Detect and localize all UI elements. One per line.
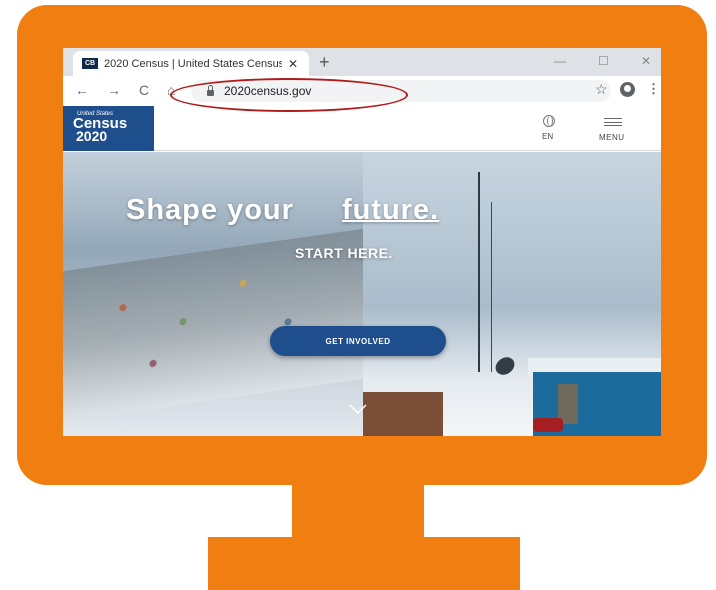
hamburger-icon[interactable]: [604, 118, 622, 126]
language-selector[interactable]: EN: [542, 132, 553, 141]
home-button[interactable]: ⌂: [167, 82, 175, 98]
star-icon[interactable]: ☆: [595, 81, 608, 98]
maximize-button[interactable]: ☐: [598, 54, 609, 68]
browser-toolbar: ← → C ⌂ 2020census.gov ☆ ⋮: [63, 76, 661, 106]
favicon-icon: CB: [82, 58, 98, 69]
browser-tab[interactable]: CB 2020 Census | United States Census Bu…: [73, 51, 309, 76]
reload-button[interactable]: C: [139, 82, 149, 98]
close-window-button[interactable]: ✕: [641, 54, 651, 68]
tab-strip: CB 2020 Census | United States Census Bu…: [63, 48, 661, 76]
forward-button[interactable]: →: [107, 82, 121, 98]
close-tab-icon[interactable]: ✕: [288, 57, 298, 71]
menu-button[interactable]: MENU: [599, 133, 625, 142]
hero-subtitle: START HERE.: [295, 245, 393, 261]
profile-icon[interactable]: [620, 82, 635, 97]
lock-icon[interactable]: [207, 84, 214, 96]
census-logo[interactable]: United States Census 2020: [63, 106, 154, 151]
tab-title: 2020 Census | United States Census Burea…: [104, 57, 282, 70]
site-header: United States Census 2020 EN MENU: [63, 106, 661, 151]
url-text[interactable]: 2020census.gov: [224, 84, 311, 98]
get-involved-button[interactable]: GET INVOLVED: [270, 326, 446, 356]
hero-banner: Shape your future. START HERE. GET INVOLV…: [63, 152, 661, 436]
antenna-mast-secondary: [491, 202, 492, 372]
chevron-down-icon[interactable]: [349, 404, 367, 414]
globe-icon[interactable]: [543, 115, 555, 127]
kebab-icon[interactable]: ⋮: [647, 81, 660, 97]
atv-vehicle: [533, 418, 563, 432]
address-bar[interactable]: 2020census.gov: [191, 80, 611, 102]
hero-title-part-2: future.: [341, 194, 440, 226]
monitor-stand-neck: [292, 485, 424, 541]
new-tab-button[interactable]: +: [319, 52, 330, 72]
hero-title: Shape your future.: [126, 194, 546, 227]
small-shed: [363, 392, 443, 436]
hero-title-part-1: Shape your: [126, 194, 294, 226]
monitor-stand-base: [208, 537, 520, 590]
minimize-button[interactable]: —: [554, 54, 566, 68]
back-button[interactable]: ←: [75, 82, 89, 98]
browser-window: CB 2020 Census | United States Census Bu…: [63, 48, 661, 436]
